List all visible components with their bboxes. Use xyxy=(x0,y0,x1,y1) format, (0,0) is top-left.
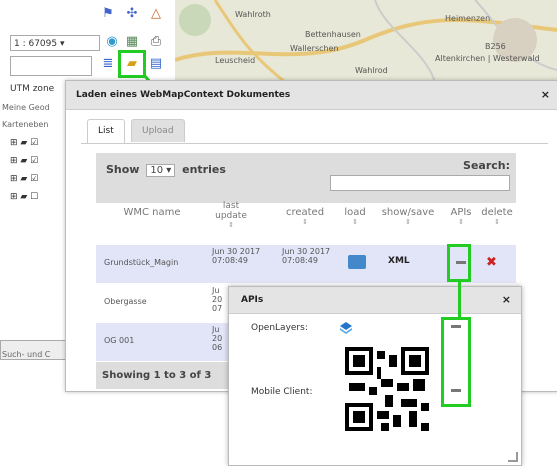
map-label: B256 xyxy=(485,42,506,51)
map-label: Wahlrod xyxy=(355,66,388,75)
layer-tree-item[interactable]: ⊞ ▰ ☑ xyxy=(10,174,38,184)
close-icon[interactable]: × xyxy=(541,88,550,101)
qr-code-icon[interactable] xyxy=(345,347,429,431)
tab-upload[interactable]: Upload xyxy=(131,119,185,142)
map-label: Wahlroth xyxy=(235,10,271,19)
resize-handle-icon[interactable] xyxy=(508,452,518,462)
table-controls: Show 10 ▾ entries Search: xyxy=(96,153,516,203)
wmc-name-cell: Obergasse xyxy=(104,297,147,306)
folder-highlight xyxy=(118,50,146,78)
map-label: Heimenzen xyxy=(445,14,491,23)
search-label: Search: xyxy=(463,159,510,172)
close-icon[interactable]: × xyxy=(502,293,511,306)
mobile-api-link[interactable] xyxy=(451,389,461,392)
apis-header: APIs × xyxy=(229,287,521,314)
column-header-created[interactable]: created ⇕ xyxy=(280,207,330,226)
sidebar-text: Such- und C xyxy=(2,350,51,359)
apis-column-highlight xyxy=(447,244,471,282)
tool-icon[interactable]: ▦ xyxy=(124,34,140,50)
apis-connector-line xyxy=(458,282,461,318)
apis-popup: APIs × OpenLayers: Mobile Client: xyxy=(228,286,522,466)
measure-icon[interactable]: △ xyxy=(148,6,164,22)
wmc-name-cell: Grundstück_Magin xyxy=(104,258,179,267)
map-label: Bettenhausen xyxy=(305,30,361,39)
globe-icon[interactable]: ◉ xyxy=(104,34,120,50)
wmc-name-cell: OG 001 xyxy=(104,336,135,345)
column-header-last-update[interactable]: last update ⇕ xyxy=(208,201,254,229)
column-header-wmc-name[interactable]: WMC name xyxy=(112,207,192,218)
search-input[interactable] xyxy=(10,56,92,76)
last-update-cell: Ju 20 07 xyxy=(212,286,223,313)
utm-zone-select[interactable]: UTM zone xyxy=(10,84,54,94)
layer-tree-item[interactable]: ⊞ ▰ ☐ xyxy=(10,192,38,202)
sidebar-text: Karteneben xyxy=(2,120,49,129)
openlayers-icon[interactable] xyxy=(339,321,353,335)
entries-select[interactable]: 10 ▾ xyxy=(146,164,176,177)
xml-icon[interactable]: XML xyxy=(388,256,410,266)
created-cell: Jun 30 2017 07:08:49 xyxy=(282,247,331,265)
apis-title: APIs xyxy=(241,295,264,305)
pointer-icon[interactable]: ✣ xyxy=(124,6,140,22)
show-entries: Show 10 ▾ entries xyxy=(106,163,226,177)
dialog-title: Laden eines WebMapContext Dokumentes xyxy=(76,90,291,100)
scale-select[interactable]: 1 : 67095 ▾ xyxy=(10,35,100,51)
delete-icon[interactable]: ✖ xyxy=(486,255,497,270)
sidebar-text: Meine Geod xyxy=(2,103,50,112)
map-label: Altenkirchen | Westerwald xyxy=(435,54,540,63)
table-info: Showing 1 to 3 of 3 xyxy=(102,370,212,381)
openlayers-label: OpenLayers: xyxy=(251,323,308,333)
openlayers-api-link[interactable] xyxy=(451,325,461,328)
save-icon[interactable]: ▤ xyxy=(148,56,164,72)
dialog-tabs: List Upload xyxy=(81,117,548,144)
column-header-delete[interactable]: delete ⇕ xyxy=(478,207,516,226)
map-label: Leuscheid xyxy=(215,56,256,65)
dialog-header: Laden eines WebMapContext Dokumentes × xyxy=(66,81,557,110)
search-input[interactable] xyxy=(330,175,510,191)
load-icon[interactable] xyxy=(348,255,366,269)
last-update-cell: Ju 20 06 xyxy=(212,325,223,352)
flag-icon[interactable]: ⚑ xyxy=(100,6,116,22)
mobile-client-label: Mobile Client: xyxy=(251,387,313,397)
tab-list[interactable]: List xyxy=(87,119,125,143)
map-view[interactable]: Heimenzen Wahlroth B256 Bettenhausen Wal… xyxy=(175,0,557,82)
last-update-cell: Jun 30 2017 07:08:49 xyxy=(212,247,261,265)
toolbar: ⚑ ✣ △ 1 : 67095 ▾ ◉ ▦ ⎙ ≣ ▰ ▤ xyxy=(0,0,175,82)
map-label: Wallerschen xyxy=(290,44,339,53)
column-header-apis[interactable]: APIs ⇕ xyxy=(446,207,476,226)
column-header-load[interactable]: load ⇕ xyxy=(340,207,370,226)
layers-icon[interactable]: ≣ xyxy=(100,56,116,72)
layer-tree-item[interactable]: ⊞ ▰ ☑ xyxy=(10,138,38,148)
print-icon[interactable]: ⎙ xyxy=(148,34,164,50)
column-header-show-save[interactable]: show/save ⇕ xyxy=(376,207,440,226)
layer-tree-item[interactable]: ⊞ ▰ ☑ xyxy=(10,156,38,166)
apis-popup-highlight xyxy=(441,317,471,407)
